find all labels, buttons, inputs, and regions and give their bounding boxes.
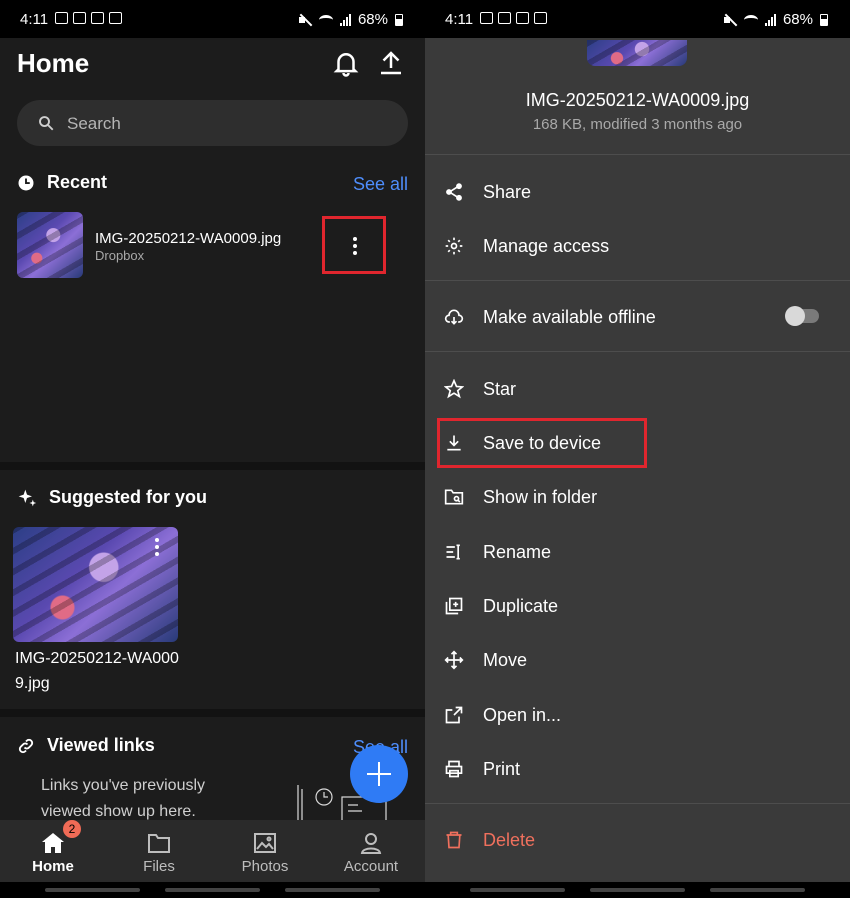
divider — [425, 803, 850, 804]
system-icons: 68% — [723, 11, 828, 28]
bottom-navigation: 2 Home Files Photos Account — [0, 820, 425, 882]
mute-icon — [723, 14, 737, 26]
person-icon — [360, 833, 382, 854]
external-link-icon — [445, 706, 463, 724]
add-button[interactable] — [350, 745, 408, 803]
divider — [425, 154, 850, 155]
highlight-box — [437, 418, 647, 468]
file-preview-thumbnail — [587, 40, 687, 66]
upload-icon[interactable] — [376, 48, 406, 78]
search-icon — [39, 116, 54, 131]
link-icon — [18, 738, 34, 753]
gesture-bar — [425, 882, 850, 898]
gesture-bar — [0, 882, 425, 898]
recent-file-name[interactable]: IMG-20250212-WA0009.jpg — [95, 230, 281, 247]
signal-icon — [764, 13, 776, 26]
status-time: 4:11 — [20, 11, 49, 28]
suggested-file-name[interactable]: IMG-20250212-WA0009.jpg — [15, 646, 190, 696]
sheet-file-meta: 168 KB, modified 3 months ago — [532, 116, 743, 133]
home-icon — [42, 833, 64, 853]
highlight-box — [322, 216, 386, 274]
wifi-icon — [318, 14, 333, 25]
home-screen: 4:11 68% Home Search Recent See all IMG-… — [0, 0, 425, 898]
menu-rename[interactable]: Rename — [425, 528, 850, 578]
star-icon — [444, 379, 464, 399]
menu-share[interactable]: Share — [425, 168, 850, 218]
nav-account[interactable]: Account — [318, 820, 424, 882]
recent-file-location: Dropbox — [95, 248, 145, 263]
suggested-heading: Suggested for you — [17, 487, 207, 508]
recent-see-all-link[interactable]: See all — [353, 174, 408, 195]
duplicate-icon — [445, 597, 463, 615]
notification-badge: 2 — [63, 820, 81, 838]
clock-icon — [18, 175, 34, 190]
trash-icon — [446, 831, 462, 849]
section-divider — [0, 709, 425, 717]
printer-icon — [445, 760, 463, 778]
divider — [425, 280, 850, 281]
cloud-download-icon — [444, 309, 464, 325]
share-icon — [446, 183, 462, 201]
move-icon — [444, 650, 464, 670]
wifi-icon — [743, 14, 758, 25]
menu-make-offline[interactable]: Make available offline — [425, 293, 850, 343]
menu-star[interactable]: Star — [425, 365, 850, 415]
divider — [425, 351, 850, 352]
signal-icon — [339, 13, 351, 26]
menu-open-in[interactable]: Open in... — [425, 691, 850, 741]
page-title: Home — [17, 48, 90, 78]
menu-print[interactable]: Print — [425, 745, 850, 795]
offline-toggle[interactable] — [785, 306, 819, 326]
battery-icon — [395, 13, 403, 26]
nav-photos[interactable]: Photos — [212, 820, 318, 882]
notification-icons — [480, 12, 547, 24]
mute-icon — [298, 14, 312, 26]
gear-icon — [445, 237, 463, 255]
folder-search-icon — [444, 489, 464, 505]
status-bar: 4:11 68% — [425, 0, 850, 38]
battery-level: 68% — [357, 11, 388, 28]
battery-level: 68% — [782, 11, 813, 28]
photo-icon — [254, 833, 276, 853]
status-time: 4:11 — [445, 11, 474, 28]
battery-icon — [820, 13, 828, 26]
system-icons: 68% — [298, 11, 403, 28]
suggested-file-thumbnail[interactable] — [13, 527, 178, 642]
search-input[interactable]: Search — [17, 100, 408, 146]
bell-icon[interactable] — [331, 48, 361, 78]
viewed-links-heading: Viewed links — [17, 735, 155, 756]
menu-show-in-folder[interactable]: Show in folder — [425, 473, 850, 523]
suggested-more-icon[interactable] — [155, 538, 159, 556]
folder-icon — [148, 834, 170, 853]
menu-duplicate[interactable]: Duplicate — [425, 582, 850, 632]
sparkle-icon — [18, 489, 37, 506]
recent-file-thumbnail[interactable] — [17, 212, 83, 278]
menu-manage-access[interactable]: Manage access — [425, 222, 850, 272]
search-placeholder: Search — [67, 114, 121, 133]
nav-files[interactable]: Files — [106, 820, 212, 882]
recent-heading: Recent — [17, 172, 107, 193]
notification-icons — [55, 12, 122, 24]
menu-delete[interactable]: Delete — [425, 816, 850, 866]
nav-home[interactable]: 2 Home — [0, 820, 106, 882]
sheet-file-name: IMG-20250212-WA0009.jpg — [525, 90, 750, 110]
rename-icon — [446, 544, 460, 560]
viewed-links-empty-text: Links you've previously viewed show up h… — [41, 777, 206, 820]
section-divider — [0, 462, 425, 470]
status-bar: 4:11 68% — [0, 0, 425, 38]
menu-move[interactable]: Move — [425, 636, 850, 686]
file-options-sheet: 4:11 68% IMG-20250212-WA0009.jpg 168 KB,… — [425, 0, 850, 898]
